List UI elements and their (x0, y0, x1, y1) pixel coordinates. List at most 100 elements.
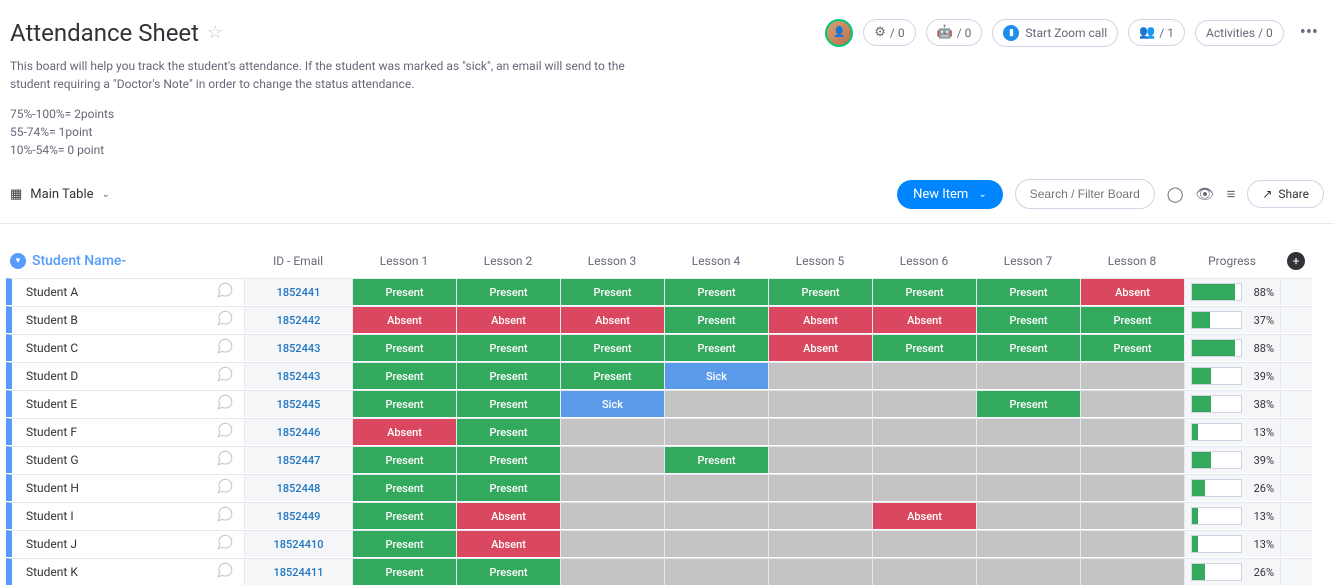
status-cell[interactable] (768, 558, 872, 585)
column-header-lesson[interactable]: Lesson 4 (664, 248, 768, 274)
status-cell[interactable] (976, 502, 1080, 529)
status-cell[interactable]: Present (976, 306, 1080, 333)
status-cell[interactable] (1080, 530, 1184, 557)
status-cell[interactable]: Present (456, 334, 560, 361)
status-cell[interactable]: Present (664, 334, 768, 361)
status-cell[interactable] (560, 502, 664, 529)
status-cell[interactable] (872, 530, 976, 557)
status-cell[interactable]: Absent (456, 306, 560, 333)
status-cell[interactable]: Present (456, 418, 560, 445)
status-cell[interactable]: Absent (456, 530, 560, 557)
share-button[interactable]: ↗ Share (1247, 180, 1324, 208)
chat-icon[interactable] (206, 393, 244, 415)
status-cell[interactable] (664, 502, 768, 529)
status-cell[interactable] (872, 474, 976, 501)
id-cell[interactable]: 1852448 (244, 474, 352, 501)
column-header-lesson[interactable]: Lesson 1 (352, 248, 456, 274)
row-name-cell[interactable]: Student E (6, 390, 244, 417)
row-name-cell[interactable]: Student I (6, 502, 244, 529)
status-cell[interactable] (560, 474, 664, 501)
more-icon[interactable]: ••• (1294, 18, 1324, 47)
chat-icon[interactable] (206, 505, 244, 527)
row-name-cell[interactable]: Student K (6, 558, 244, 585)
status-cell[interactable] (872, 418, 976, 445)
status-cell[interactable]: Present (352, 390, 456, 417)
status-cell[interactable]: Present (664, 306, 768, 333)
status-cell[interactable] (664, 390, 768, 417)
status-cell[interactable]: Present (976, 390, 1080, 417)
row-name-cell[interactable]: Student H (6, 474, 244, 501)
column-header-lesson[interactable]: Lesson 3 (560, 248, 664, 274)
status-cell[interactable]: Present (352, 474, 456, 501)
integrations-button[interactable]: ⚙ / 0 (863, 19, 915, 46)
id-cell[interactable]: 1852442 (244, 306, 352, 333)
status-cell[interactable] (872, 390, 976, 417)
status-cell[interactable] (768, 446, 872, 473)
status-cell[interactable] (768, 474, 872, 501)
status-cell[interactable] (664, 474, 768, 501)
status-cell[interactable]: Absent (560, 306, 664, 333)
person-filter-icon[interactable]: ◯ (1167, 185, 1184, 203)
chat-icon[interactable] (206, 421, 244, 443)
status-cell[interactable]: Absent (768, 306, 872, 333)
status-cell[interactable]: Present (976, 278, 1080, 305)
status-cell[interactable] (768, 502, 872, 529)
id-cell[interactable]: 18524410 (244, 530, 352, 557)
status-cell[interactable]: Sick (664, 362, 768, 389)
status-cell[interactable]: Present (456, 362, 560, 389)
status-cell[interactable]: Absent (456, 502, 560, 529)
activities-button[interactable]: Activities / 0 (1195, 20, 1284, 46)
add-column-button[interactable]: + (1287, 252, 1305, 270)
status-cell[interactable] (976, 446, 1080, 473)
view-selector[interactable]: ▦ Main Table ⌄ (10, 187, 110, 202)
status-cell[interactable]: Absent (1080, 278, 1184, 305)
row-name-cell[interactable]: Student B (6, 306, 244, 333)
status-cell[interactable]: Present (352, 446, 456, 473)
new-item-button[interactable]: New Item ⌄ (897, 180, 1003, 209)
id-cell[interactable]: 1852445 (244, 390, 352, 417)
status-cell[interactable]: Present (352, 558, 456, 585)
status-cell[interactable]: Present (976, 334, 1080, 361)
chat-icon[interactable] (206, 309, 244, 331)
avatar[interactable]: 👤 (825, 19, 853, 47)
status-cell[interactable] (664, 418, 768, 445)
status-cell[interactable] (1080, 362, 1184, 389)
status-cell[interactable] (560, 530, 664, 557)
id-cell[interactable]: 1852449 (244, 502, 352, 529)
status-cell[interactable]: Present (872, 278, 976, 305)
status-cell[interactable] (1080, 446, 1184, 473)
status-cell[interactable]: Present (456, 474, 560, 501)
row-name-cell[interactable]: Student G (6, 446, 244, 473)
status-cell[interactable]: Present (872, 334, 976, 361)
status-cell[interactable]: Present (664, 446, 768, 473)
row-name-cell[interactable]: Student C (6, 334, 244, 361)
status-cell[interactable] (768, 390, 872, 417)
row-name-cell[interactable]: Student F (6, 418, 244, 445)
status-cell[interactable]: Present (456, 446, 560, 473)
filter-icon[interactable]: ≡ (1227, 185, 1236, 203)
status-cell[interactable]: Absent (872, 502, 976, 529)
status-cell[interactable] (664, 558, 768, 585)
status-cell[interactable]: Absent (352, 306, 456, 333)
status-cell[interactable] (1080, 502, 1184, 529)
status-cell[interactable] (976, 418, 1080, 445)
chat-icon[interactable] (206, 281, 244, 303)
status-cell[interactable] (560, 446, 664, 473)
automations-button[interactable]: 🤖 / 0 (926, 19, 983, 46)
status-cell[interactable] (664, 530, 768, 557)
star-icon[interactable]: ☆ (207, 22, 223, 43)
chat-icon[interactable] (206, 365, 244, 387)
status-cell[interactable]: Present (560, 334, 664, 361)
status-cell[interactable] (976, 530, 1080, 557)
chat-icon[interactable] (206, 533, 244, 555)
group-header[interactable]: ▾ Student Name- (6, 253, 244, 269)
chat-icon[interactable] (206, 477, 244, 499)
column-header-lesson[interactable]: Lesson 8 (1080, 248, 1184, 274)
status-cell[interactable]: Present (456, 558, 560, 585)
column-header-progress[interactable]: Progress (1184, 248, 1280, 274)
status-cell[interactable] (872, 558, 976, 585)
status-cell[interactable]: Present (1080, 306, 1184, 333)
status-cell[interactable]: Absent (768, 334, 872, 361)
status-cell[interactable]: Present (456, 278, 560, 305)
status-cell[interactable] (976, 362, 1080, 389)
